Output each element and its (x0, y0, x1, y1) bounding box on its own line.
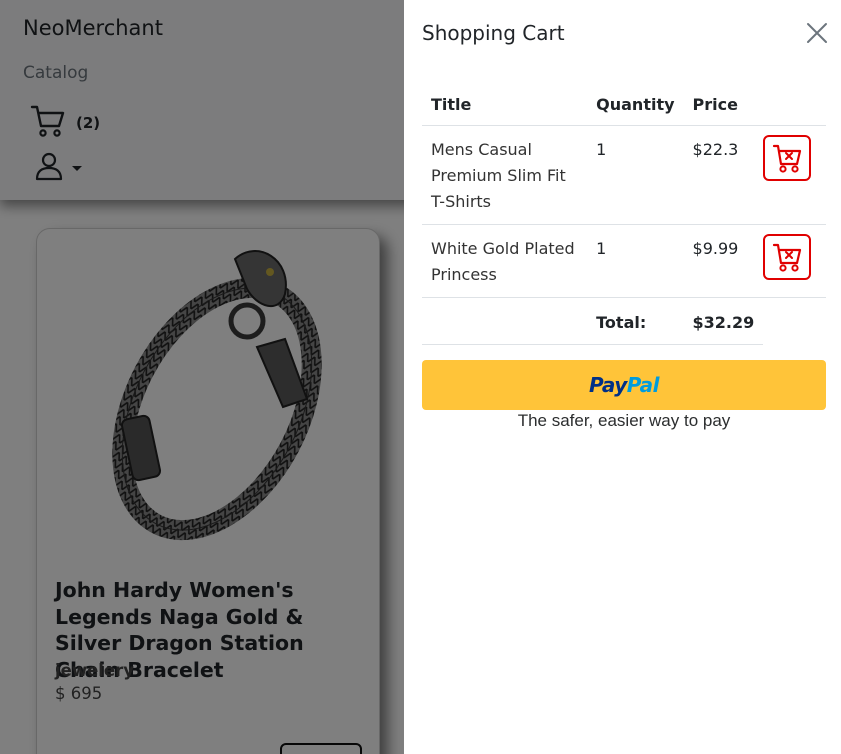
total-label: Total: (587, 297, 684, 345)
cart-table-header: Title Quantity Price (422, 85, 826, 126)
item-quantity: 1 (587, 125, 684, 225)
close-button[interactable] (804, 20, 830, 46)
header-title: Title (422, 85, 588, 126)
table-row: White Gold Plated Princess 1 $9.99 (422, 224, 826, 298)
paypal-logo-pay: Pay (588, 373, 627, 397)
paypal-button[interactable]: PayPal (422, 360, 826, 410)
remove-item-button[interactable] (763, 135, 812, 181)
item-title: Mens Casual Premium Slim Fit T-Shirts (422, 125, 588, 225)
header-actions (763, 85, 826, 126)
table-row: Mens Casual Premium Slim Fit T-Shirts 1 … (422, 125, 826, 225)
item-price: $9.99 (683, 224, 764, 298)
paypal-logo-pal: Pal (626, 373, 660, 397)
paypal-tagline: The safer, easier way to pay (517, 411, 731, 430)
total-row: Total: $32.29 (422, 297, 826, 345)
cart-table: Title Quantity Price Mens Casual Premium… (422, 85, 826, 345)
close-icon (804, 23, 830, 50)
cart-panel-title: Shopping Cart (422, 21, 565, 45)
shopping-cart-panel: Shopping Cart Title Quantity Price Mens … (404, 0, 841, 754)
item-price: $22.3 (683, 125, 764, 225)
total-value: $32.29 (683, 297, 764, 345)
item-quantity: 1 (587, 224, 684, 298)
header-quantity: Quantity (587, 85, 684, 126)
cart-remove-icon (765, 137, 809, 179)
remove-item-button[interactable] (763, 234, 812, 280)
paypal-logo: PayPal (588, 373, 660, 397)
cart-remove-icon (765, 236, 809, 278)
item-title: White Gold Plated Princess (422, 224, 588, 298)
header-price: Price (683, 85, 764, 126)
